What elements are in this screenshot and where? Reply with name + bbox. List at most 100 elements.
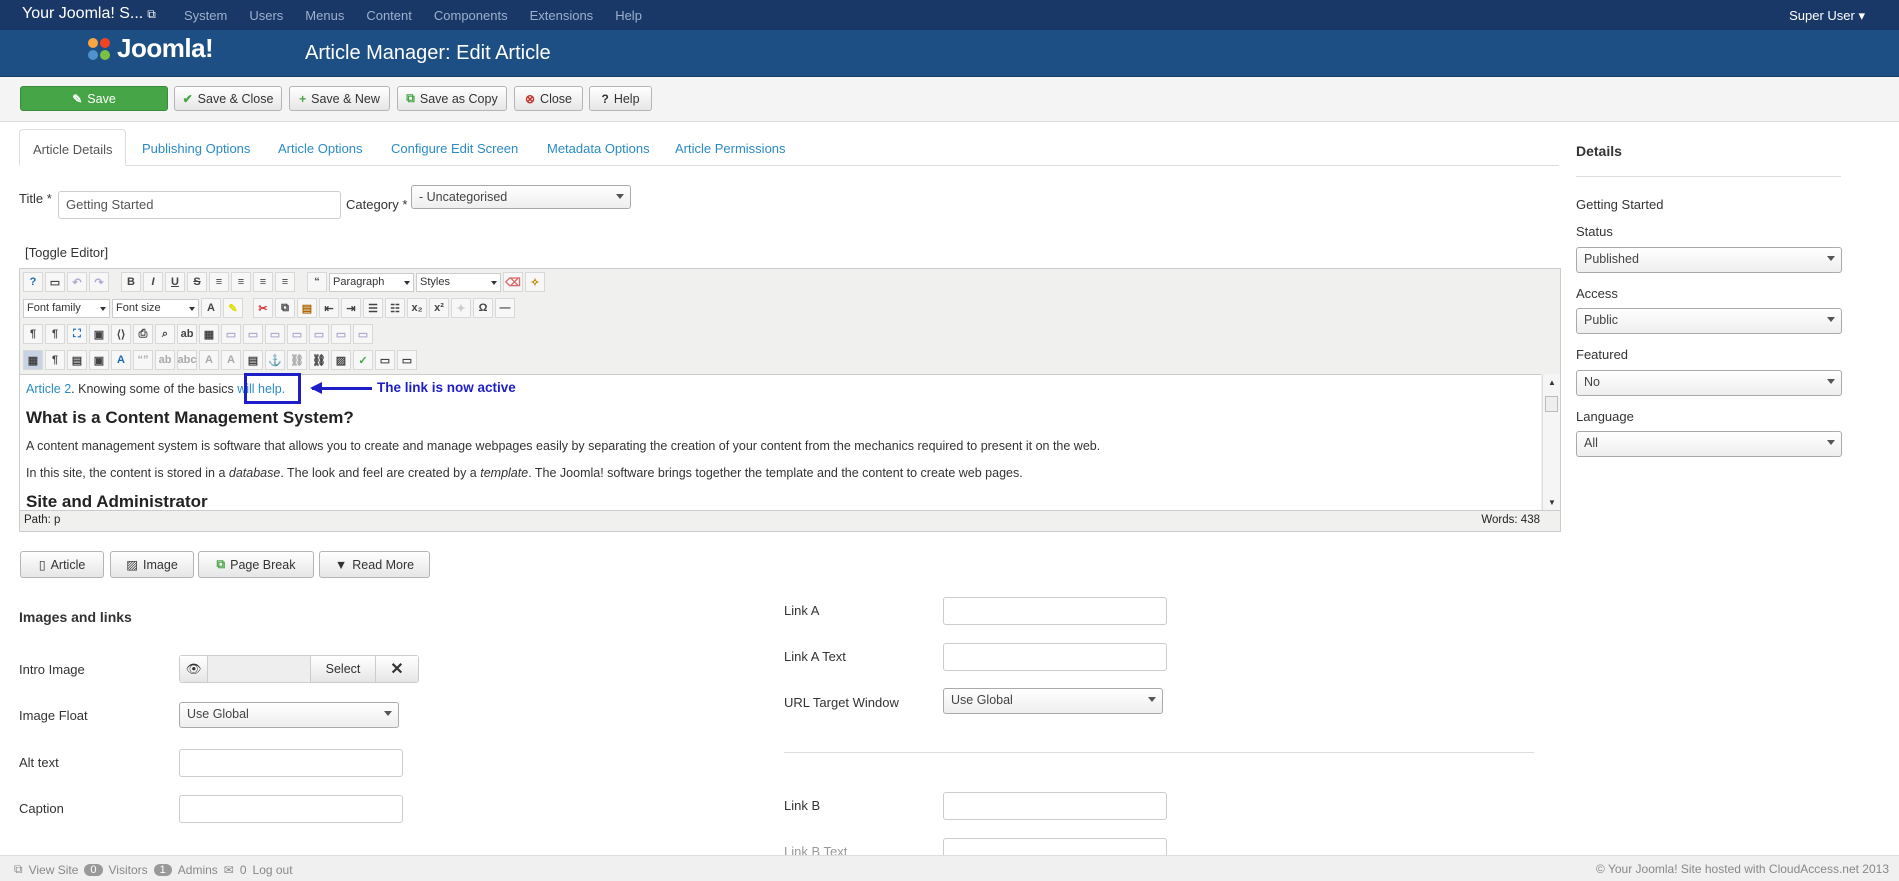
menu-help[interactable]: Help [615,8,642,23]
text-color-icon[interactable]: A [201,298,221,318]
search-icon[interactable]: ⌕ [155,324,175,344]
scroll-thumb[interactable] [1545,396,1558,412]
page-break-button[interactable]: ⧉ Page Break [198,551,314,578]
fullscreen-icon[interactable]: ⛶ [67,324,87,344]
insert-article-button[interactable]: ▯ Article [20,551,104,578]
merge-cells-icon[interactable]: ▭ [353,324,373,344]
access-select[interactable]: Public [1576,308,1842,334]
link-a-input[interactable] [943,597,1167,625]
styles-select[interactable]: Styles [416,272,501,292]
font-size-select[interactable]: Font size [112,298,199,318]
paragraph-format-select[interactable]: Paragraph [329,272,414,292]
blockquote-icon[interactable]: “ [307,272,327,292]
paste-icon[interactable]: ▤ [297,298,317,318]
align-center-icon[interactable]: ≡ [231,272,251,292]
anchor-icon[interactable]: ⚓ [265,350,285,370]
unordered-list-icon[interactable]: ☷ [385,298,405,318]
bold-icon[interactable]: B [121,272,141,292]
clear-image-icon[interactable]: ✕ [376,656,418,682]
scroll-up-icon[interactable]: ▲ [1548,378,1556,387]
image-float-select[interactable]: Use Global [179,702,399,728]
link-a-text-input[interactable] [943,643,1167,671]
article-2-link[interactable]: Article 2 [26,382,71,396]
save-button[interactable]: ✎ Save [20,86,168,111]
menu-extensions[interactable]: Extensions [530,8,594,23]
indent-icon[interactable]: ⇥ [341,298,361,318]
editor-scrollbar[interactable]: ▲ ▼ [1542,374,1560,511]
italic-icon[interactable]: I [143,272,163,292]
spellcheck-icon[interactable]: ✓ [353,350,373,370]
save-close-button[interactable]: ✔ Save & Close [174,86,282,111]
insert-image-button[interactable]: ▨ Image [110,551,194,578]
subscript-icon[interactable]: x₂ [407,298,427,318]
visual-aid-icon[interactable]: ▦ [23,350,43,370]
cut-icon[interactable]: ✂ [253,298,273,318]
site-name-link[interactable]: Your Joomla! S... ⧉ [22,5,156,23]
ordered-list-icon[interactable]: ☰ [363,298,383,318]
eraser-icon[interactable]: ⌫ [503,272,523,292]
abbr-icon[interactable]: ab [155,350,175,370]
cleanup-icon[interactable]: ✧ [525,272,545,292]
logout-link[interactable]: Log out [253,863,293,877]
strikethrough-icon[interactable]: S [187,272,207,292]
tab-configure-edit-screen[interactable]: Configure Edit Screen [378,129,531,166]
ins-icon[interactable]: A [221,350,241,370]
template-icon[interactable]: ▤ [67,350,87,370]
tab-article-options[interactable]: Article Options [265,129,376,166]
featured-select[interactable]: No [1576,370,1842,396]
link-icon[interactable]: ⛓ [309,350,329,370]
toggle-editor-link[interactable]: [Toggle Editor] [25,245,108,260]
menu-system[interactable]: System [184,8,227,23]
category-select[interactable]: - Uncategorised [411,185,631,209]
outdent-icon[interactable]: ⇤ [319,298,339,318]
tab-article-permissions[interactable]: Article Permissions [662,129,799,166]
preview-icon[interactable]: ▣ [89,324,109,344]
help-button[interactable]: ? Help [589,86,652,111]
omega-icon[interactable]: Ω [473,298,493,318]
read-more-button[interactable]: ▼ Read More [319,551,430,578]
status-select[interactable]: Published [1576,247,1842,273]
cell-props-icon[interactable]: ▭ [243,324,263,344]
del-icon[interactable]: A [199,350,219,370]
replace-icon[interactable]: ab [177,324,197,344]
view-site-link[interactable]: View Site [29,863,79,877]
eye-icon[interactable]: 👁 [180,656,208,682]
help-icon[interactable]: ? [23,272,43,292]
align-left-icon[interactable]: ≡ [209,272,229,292]
underline-icon[interactable]: U [165,272,185,292]
tab-metadata-options[interactable]: Metadata Options [534,129,663,166]
insert-col-icon[interactable]: ▭ [309,324,329,344]
row-props-icon[interactable]: ▭ [221,324,241,344]
user-menu[interactable]: Super User ▾ [1789,8,1865,24]
unlink-icon[interactable]: ⛓ [287,350,307,370]
print-icon[interactable]: ⎙ [133,324,153,344]
attributes-icon[interactable]: ▤ [243,350,263,370]
cite-icon[interactable]: “” [133,350,153,370]
highlight-icon[interactable]: ✎ [223,298,243,318]
undo-icon[interactable]: ↶ [67,272,87,292]
horizontal-rule-icon[interactable]: — [495,298,515,318]
media-icon[interactable]: ▣ [89,350,109,370]
align-justify-icon[interactable]: ≡ [275,272,295,292]
menu-users[interactable]: Users [249,8,283,23]
delete-col-icon[interactable]: ▭ [331,324,351,344]
tab-article-details[interactable]: Article Details [19,129,127,166]
hr-icon[interactable]: ▭ [375,350,395,370]
align-right-icon[interactable]: ≡ [253,272,273,292]
copy-icon[interactable]: ⧉ [275,298,295,318]
rtl-icon[interactable]: ¶ [45,324,65,344]
menu-menus[interactable]: Menus [305,8,344,23]
caption-input[interactable] [179,795,403,823]
delete-row-icon[interactable]: ▭ [287,324,307,344]
superscript-icon[interactable]: x² [429,298,449,318]
pagebreak-icon[interactable]: ▭ [397,350,417,370]
save-new-button[interactable]: + Save & New [289,86,390,111]
link-b-input[interactable] [943,792,1167,820]
show-blocks-icon[interactable]: ¶ [45,350,65,370]
ltr-icon[interactable]: ¶ [23,324,43,344]
title-input[interactable]: Getting Started [58,191,341,219]
url-target-select[interactable]: Use Global [943,688,1163,714]
select-image-button[interactable]: Select [311,656,376,682]
image-icon[interactable]: ▨ [331,350,351,370]
save-copy-button[interactable]: ⧉ Save as Copy [397,86,507,111]
